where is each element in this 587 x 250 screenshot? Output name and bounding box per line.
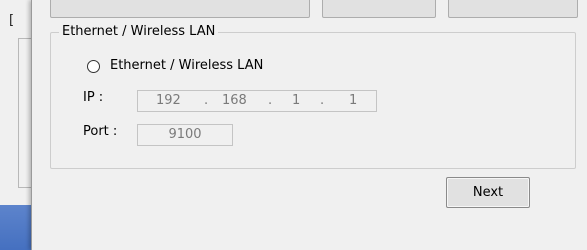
groupbox-title: Ethernet / Wireless LAN bbox=[59, 23, 219, 41]
ethernet-wireless-groupbox: Ethernet / Wireless LAN Ethernet / Wirel… bbox=[50, 23, 576, 169]
ip-octet-2[interactable]: 168 bbox=[222, 91, 247, 111]
ip-octet-1[interactable]: 192 bbox=[156, 91, 181, 111]
ip-separator: . bbox=[268, 93, 273, 108]
ip-separator: . bbox=[320, 93, 325, 108]
ip-octet-3[interactable]: 1 bbox=[292, 91, 300, 111]
port-field[interactable]: 9100 bbox=[137, 124, 233, 146]
connection-dialog: Ethernet / Wireless LAN Ethernet / Wirel… bbox=[31, 0, 587, 250]
radio-button[interactable] bbox=[87, 59, 100, 73]
ip-separator: . bbox=[204, 93, 209, 108]
radio-label: Ethernet / Wireless LAN bbox=[110, 58, 264, 73]
ip-octet-4[interactable]: 1 bbox=[349, 91, 357, 111]
ethernet-wireless-radio-option[interactable]: Ethernet / Wireless LAN bbox=[87, 57, 263, 75]
ip-address-field[interactable]: 192 . 168 . 1 . 1 bbox=[137, 90, 377, 112]
ip-label: IP : bbox=[83, 90, 104, 105]
next-button[interactable]: Next bbox=[446, 177, 530, 208]
port-label: Port : bbox=[83, 124, 118, 139]
background-window-text: [ bbox=[9, 13, 15, 28]
top-button-3[interactable] bbox=[448, 0, 578, 18]
top-button-2[interactable] bbox=[322, 0, 436, 18]
top-button-1[interactable] bbox=[50, 0, 310, 18]
